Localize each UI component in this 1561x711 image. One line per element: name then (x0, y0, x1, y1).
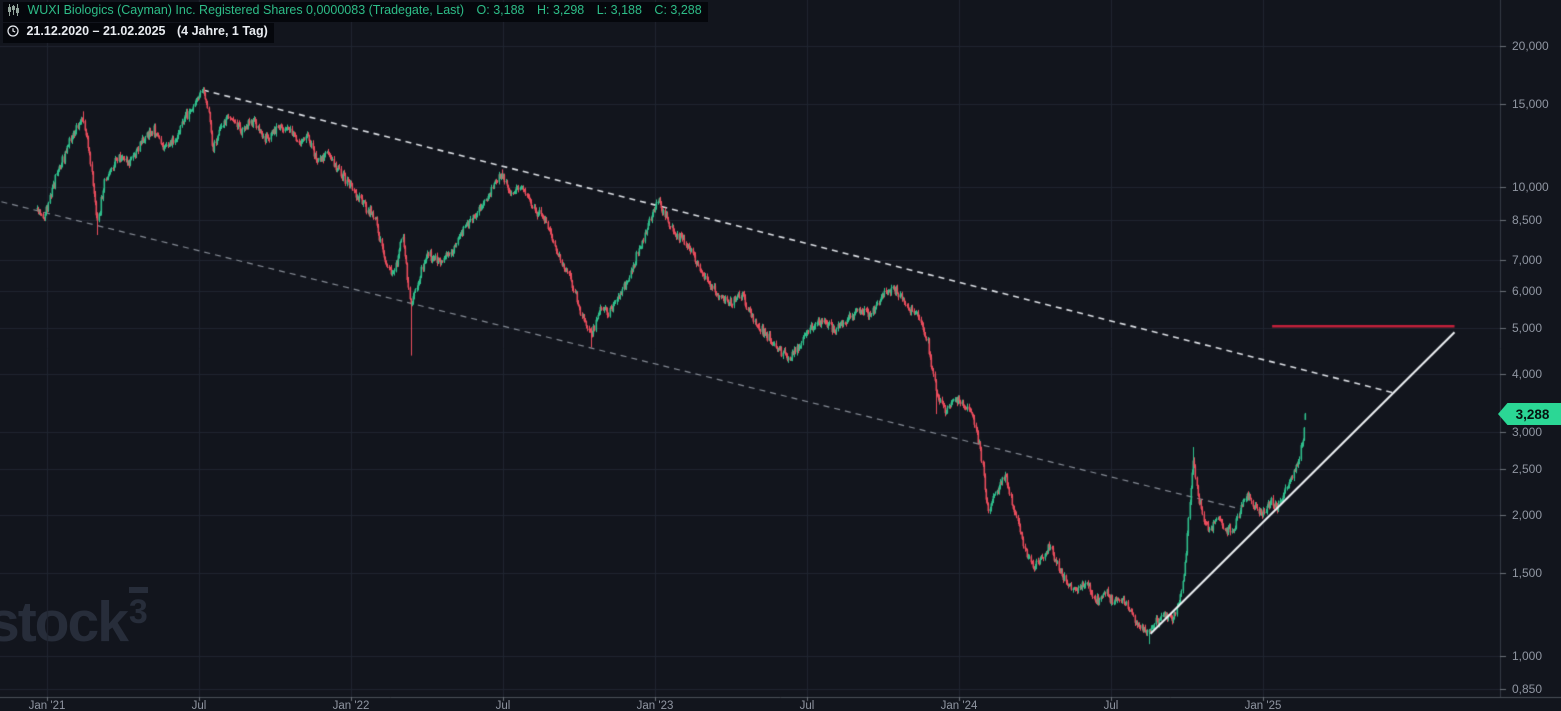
last-price-badge: 3,288 (1498, 403, 1561, 425)
instrument-row: WUXI Biologics (Cayman) Inc. Registered … (3, 2, 708, 22)
price-axis-label: 1,500 (1512, 566, 1542, 580)
price-axis-label: 15,000 (1512, 97, 1549, 111)
price-axis-label: 5,000 (1512, 321, 1542, 335)
range-row: 21.12.2020 – 21.02.2025 (4 Jahre, 1 Tag) (3, 23, 708, 43)
price-axis-label: 8,500 (1512, 213, 1542, 227)
time-axis-label: Jan '23 (637, 699, 674, 711)
time-axis-label: Jul (192, 699, 207, 711)
time-axis-label: Jan '21 (29, 699, 66, 711)
instrument-title: WUXI Biologics (Cayman) Inc. Registered … (27, 3, 464, 17)
price-axis-label: 0,850 (1512, 682, 1542, 696)
time-axis-label: Jul (1104, 699, 1119, 711)
chart-legend: WUXI Biologics (Cayman) Inc. Registered … (3, 2, 708, 44)
last-price-value: 3,288 (1516, 407, 1550, 422)
candlestick-chart-icon (7, 4, 20, 20)
ohlc-open: O: 3,188 (477, 3, 525, 17)
price-axis-label: 2,000 (1512, 508, 1542, 522)
ohlc-high: H: 3,298 (537, 3, 584, 17)
clock-icon (7, 25, 19, 41)
ohlc-close: C: 3,288 (654, 3, 701, 17)
date-range-label: 21.12.2020 – 21.02.2025 (26, 24, 165, 38)
price-axis-label: 6,000 (1512, 284, 1542, 298)
ohlc-low: L: 3,188 (597, 3, 642, 17)
price-axis-label: 10,000 (1512, 180, 1549, 194)
stock3-chart-app: stock3 WUXI Biologics (Cayman) Inc. Regi… (0, 0, 1561, 711)
time-axis-label: Jul (800, 699, 815, 711)
price-axis-label: 4,000 (1512, 367, 1542, 381)
interval-label: (4 Jahre, 1 Tag) (177, 24, 268, 38)
price-axis-label: 1,000 (1512, 649, 1542, 663)
time-axis-label: Jan '25 (1245, 699, 1282, 711)
time-axis-label: Jan '24 (941, 699, 978, 711)
time-axis-label: Jul (496, 699, 511, 711)
price-axis-label: 3,000 (1512, 425, 1542, 439)
price-axis-label: 7,000 (1512, 253, 1542, 267)
price-axis-label: 2,500 (1512, 462, 1542, 476)
price-chart-canvas[interactable] (0, 0, 1561, 711)
price-axis-label: 20,000 (1512, 39, 1549, 53)
time-axis-label: Jan '22 (333, 699, 370, 711)
